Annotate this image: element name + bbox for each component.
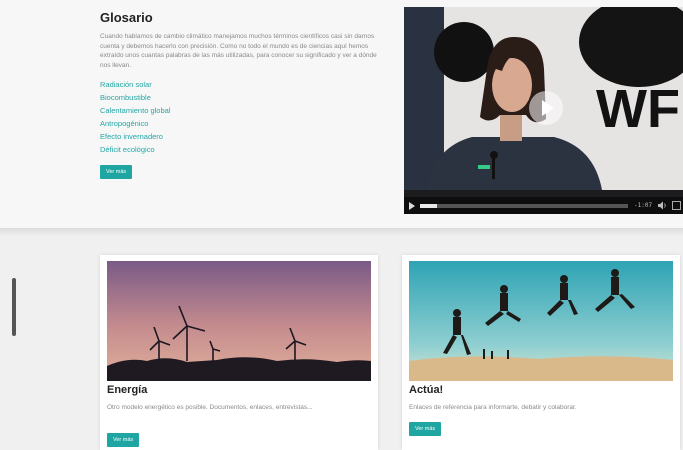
video-player[interactable]: WF -1:07 [404,7,683,214]
video-progress-fill [420,204,437,208]
act-more-button[interactable]: Ver más [409,422,442,436]
video-controls: -1:07 [404,197,683,214]
glossary-term-link[interactable]: Antropogénico [100,117,385,130]
act-card-description: Enlaces de referencia para informarte, d… [409,404,577,411]
act-card-title: Actúa! [409,384,444,396]
play-icon[interactable] [529,91,563,125]
video-time: -1:07 [634,202,653,209]
video-progress-bar[interactable] [420,204,628,208]
glossary-term-link[interactable]: Radiación solar [100,78,385,91]
glossary-section: Glosario Cuando hablamos de cambio climá… [0,0,683,228]
energy-card-title: Energía [107,384,148,396]
energy-card-description: Otro modelo energético es posible. Docum… [107,404,313,411]
energy-more-button[interactable]: Ver más [107,433,140,447]
glossary-title: Glosario [100,10,153,25]
side-scroll-handle[interactable] [12,278,16,336]
glossary-term-link[interactable]: Biocombustible [100,91,385,104]
jumping-people-image [409,261,673,381]
glossary-intro: Cuando hablamos de cambio climático mane… [100,33,377,69]
glossary-more-button[interactable]: Ver más [100,165,133,179]
glossary-term-list: Radiación solar Biocombustible Calentami… [100,78,385,156]
wind-turbines-image [107,261,371,381]
glossary-block: Glosario Cuando hablamos de cambio climá… [100,10,385,179]
glossary-term-link[interactable]: Déficit ecológico [100,143,385,156]
volume-icon[interactable] [658,201,667,210]
video-logo-text: WF [596,79,680,139]
fullscreen-icon[interactable] [672,201,681,210]
glossary-term-link[interactable]: Efecto invernadero [100,130,385,143]
glossary-term-link[interactable]: Calentamiento global [100,104,385,117]
act-card: Actúa! Enlaces de referencia para inform… [402,255,680,450]
energy-card: Energía Otro modelo energético es posibl… [100,255,378,450]
play-icon[interactable] [409,202,415,210]
section-divider [0,228,683,236]
